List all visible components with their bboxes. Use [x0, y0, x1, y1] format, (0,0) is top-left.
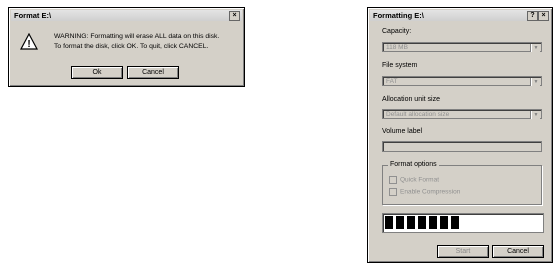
compression-label: Enable Compression	[400, 188, 461, 196]
warning-title: Format E:\	[14, 11, 52, 20]
filesystem-select[interactable]: FAT ▼	[382, 76, 542, 86]
chevron-down-icon[interactable]: ▼	[531, 44, 540, 52]
warning-message-line1: WARNING: Formatting will erase ALL data …	[54, 33, 220, 40]
warning-titlebar[interactable]: Format E:\ ×	[11, 10, 242, 21]
chevron-down-icon[interactable]: ▼	[531, 111, 540, 119]
close-icon[interactable]: ×	[229, 11, 240, 21]
cancel-format-button[interactable]: Cancel	[492, 245, 544, 258]
chevron-down-icon[interactable]: ▼	[531, 78, 540, 86]
warning-icon: !	[20, 33, 38, 50]
format-options-label: Format options	[388, 161, 439, 168]
progress-block	[407, 216, 415, 229]
volume-label: Volume label	[382, 128, 423, 135]
format-warning-dialog: Format E:\ × ! WARNING: Formatting will …	[8, 7, 245, 87]
close-icon[interactable]: ×	[538, 11, 549, 21]
allocation-select[interactable]: Default allocation size ▼	[382, 109, 542, 119]
progress-block	[451, 216, 459, 229]
formatting-title: Formatting E:\	[373, 11, 424, 20]
warning-message-line2: To format the disk, click OK. To quit, c…	[54, 43, 209, 50]
compression-checkbox[interactable]	[389, 188, 397, 196]
capacity-value: 118 MB	[386, 44, 408, 51]
allocation-label: Allocation unit size	[382, 96, 440, 103]
start-button[interactable]: Start	[437, 245, 489, 258]
progress-block	[396, 216, 404, 229]
format-progress-bar	[382, 213, 544, 233]
progress-block	[385, 216, 393, 229]
capacity-label: Capacity:	[382, 28, 412, 35]
quick-format-label: Quick Format	[400, 176, 440, 184]
cancel-button[interactable]: Cancel	[127, 66, 179, 79]
quick-format-option[interactable]: Quick Format	[389, 176, 439, 184]
filesystem-label: File system	[382, 62, 418, 69]
allocation-value: Default allocation size	[386, 111, 450, 118]
quick-format-checkbox[interactable]	[389, 176, 397, 184]
ok-button[interactable]: Ok	[71, 66, 123, 79]
progress-block	[418, 216, 426, 229]
format-options-group: Format options Quick Format Enable Compr…	[382, 161, 542, 205]
help-icon[interactable]: ?	[527, 11, 538, 21]
volume-label-input[interactable]	[382, 141, 542, 152]
warning-icon-glyph: !	[27, 39, 30, 50]
formatting-dialog: Formatting E:\ ? × Capacity: 118 MB ▼ Fi…	[367, 7, 553, 263]
formatting-titlebar[interactable]: Formatting E:\ ? ×	[370, 10, 550, 21]
progress-block	[440, 216, 448, 229]
progress-block	[429, 216, 437, 229]
capacity-select[interactable]: 118 MB ▼	[382, 42, 542, 52]
compression-option[interactable]: Enable Compression	[389, 188, 460, 196]
filesystem-value: FAT	[386, 78, 398, 85]
